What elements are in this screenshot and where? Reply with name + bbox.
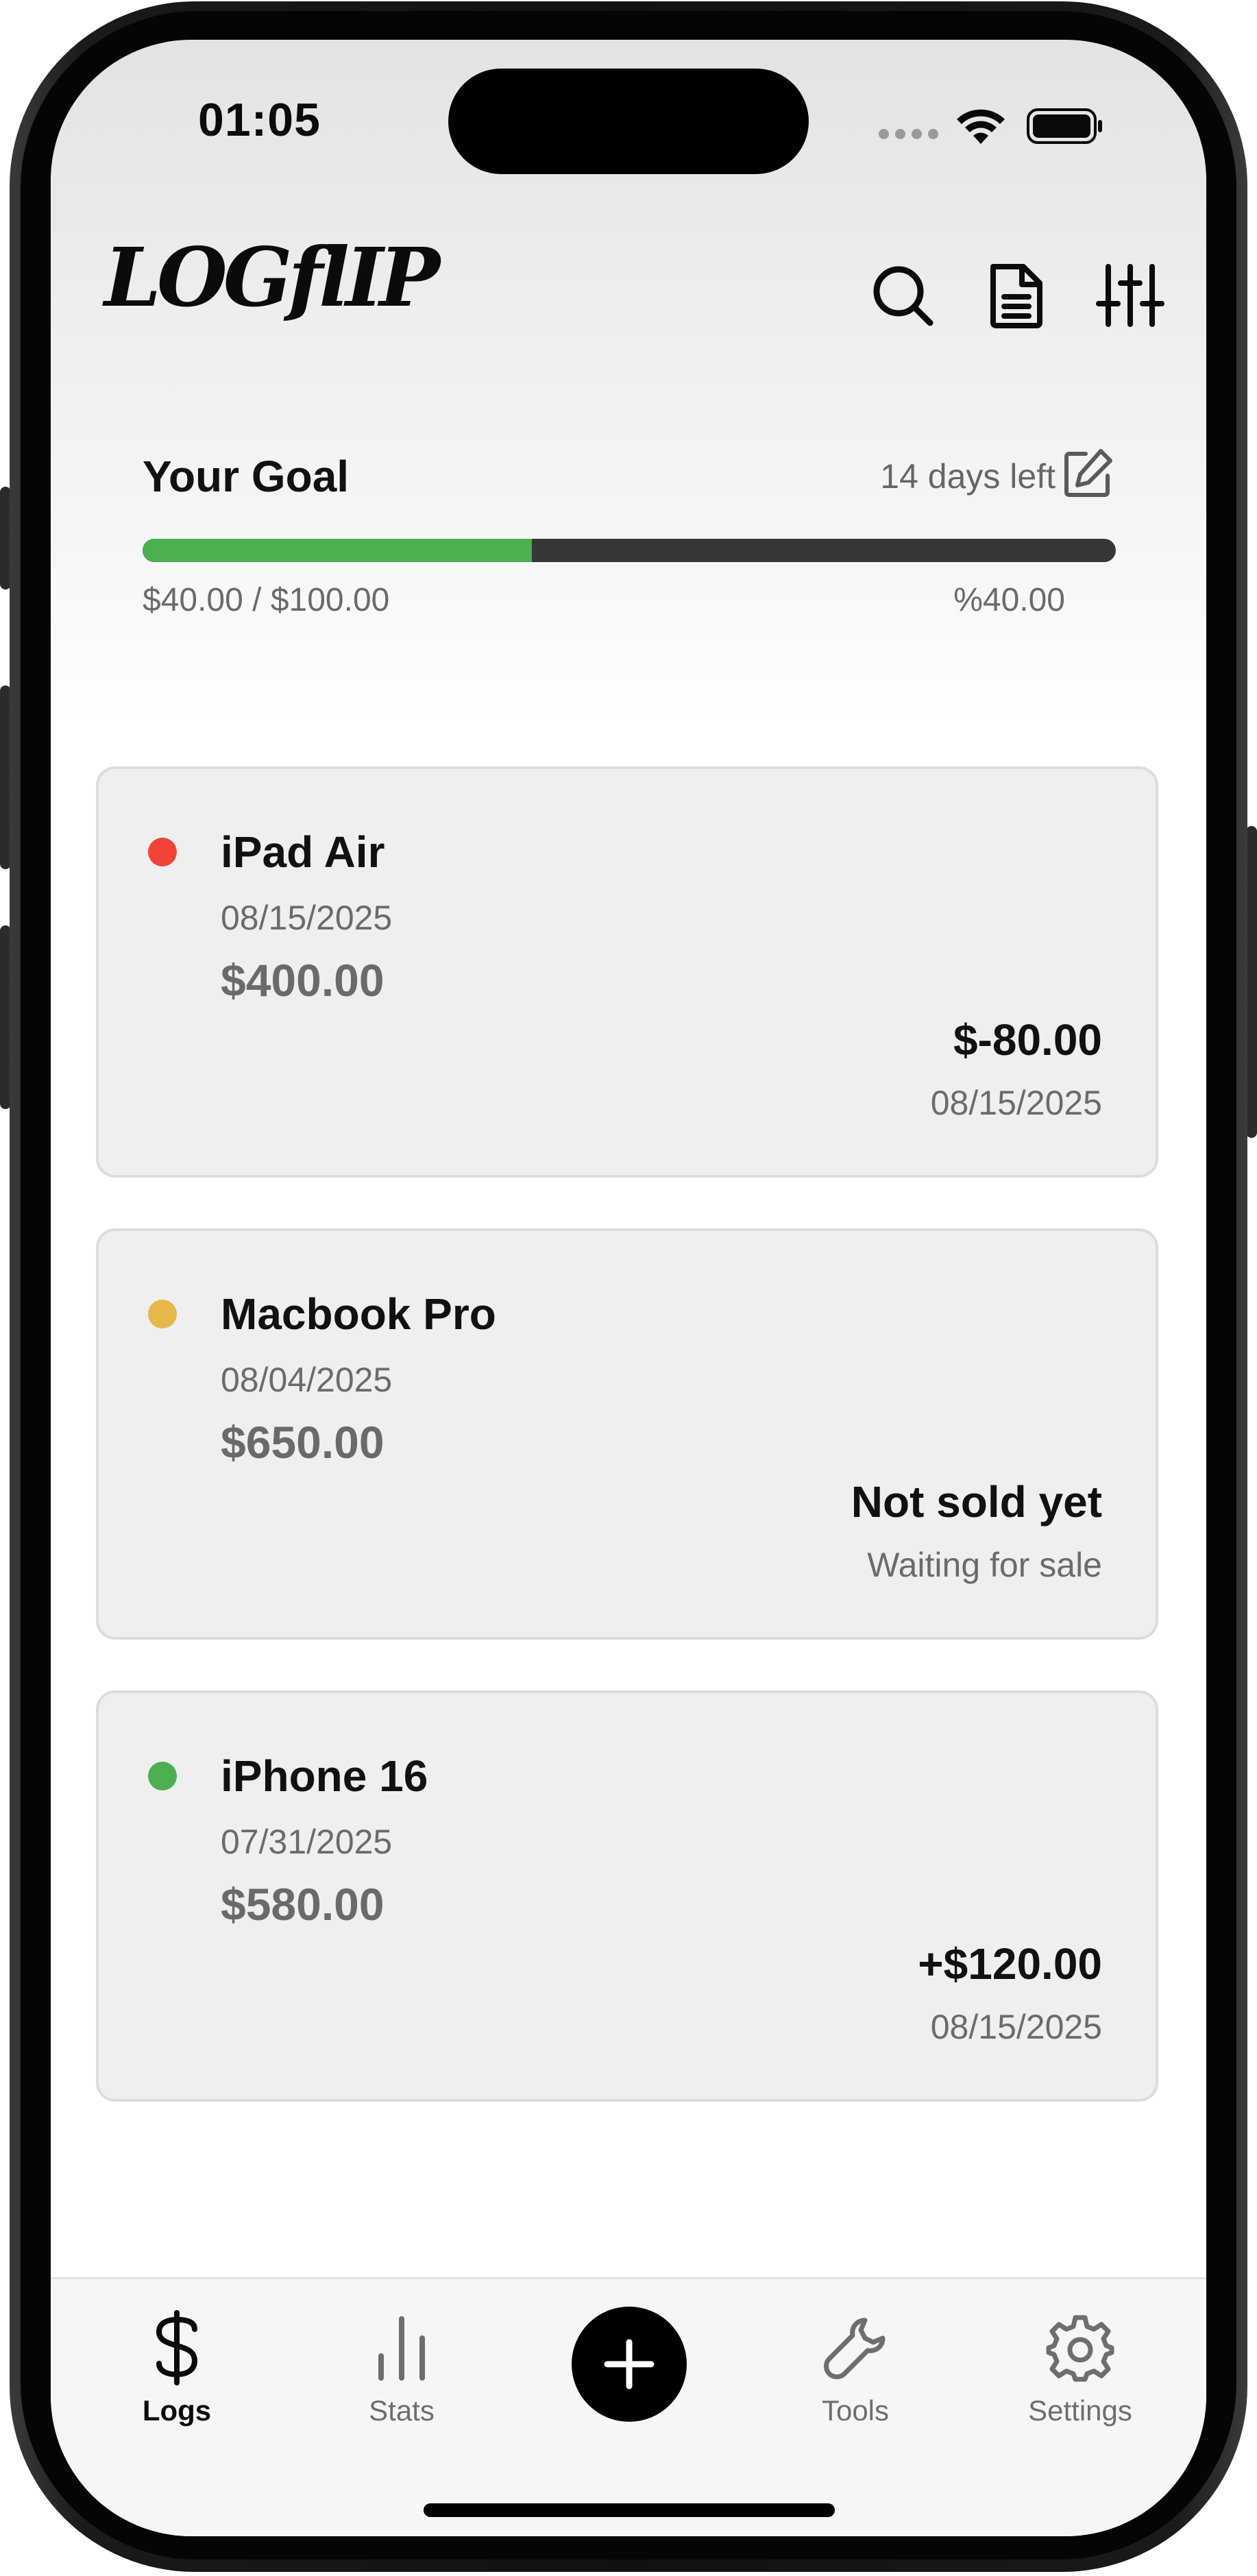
item-date: 08/04/2025 (221, 1361, 393, 1399)
home-indicator (424, 2503, 835, 2517)
goal-progress-bar (143, 539, 1116, 562)
document-icon[interactable] (979, 258, 1054, 333)
item-date: 08/15/2025 (221, 899, 393, 937)
battery-icon (1027, 107, 1103, 149)
gear-icon (1039, 2307, 1121, 2389)
item-result: Not sold yet (851, 1477, 1102, 1527)
goal-percent: %40.00 (953, 582, 1065, 618)
tab-stats[interactable]: Stats (326, 2307, 477, 2427)
status-dot (148, 838, 177, 866)
search-icon[interactable] (865, 258, 940, 333)
item-price: $650.00 (221, 1417, 385, 1468)
item-price: $580.00 (221, 1879, 385, 1930)
status-dot (148, 1762, 177, 1790)
sliders-icon[interactable] (1093, 258, 1168, 333)
item-result-subtext: 08/15/2025 (930, 2008, 1102, 2046)
item-result-subtext: 08/15/2025 (930, 1084, 1102, 1122)
item-card[interactable]: iPhone 16 07/31/2025 $580.00 +$120.00 08… (96, 1690, 1158, 2102)
tab-logs[interactable]: Logs (101, 2307, 252, 2427)
side-button-power (1246, 826, 1257, 1138)
item-result-subtext: Waiting for sale (867, 1546, 1102, 1584)
item-name: iPhone 16 (221, 1751, 428, 1801)
tab-label: Logs (142, 2394, 212, 2427)
app-logo: LOGflIP (104, 230, 440, 325)
item-price: $400.00 (221, 955, 385, 1006)
plus-icon (604, 2339, 655, 2390)
item-name: Macbook Pro (221, 1289, 496, 1339)
dollar-icon (136, 2307, 218, 2389)
status-time: 01:05 (198, 94, 321, 146)
edit-goal-icon[interactable] (1057, 443, 1119, 505)
tab-settings[interactable]: Settings (1005, 2307, 1156, 2427)
item-name: iPad Air (221, 827, 385, 877)
wifi-icon (954, 106, 1008, 150)
dynamic-island (448, 69, 809, 174)
item-result: $-80.00 (953, 1015, 1102, 1065)
item-card[interactable]: iPad Air 08/15/2025 $400.00 $-80.00 08/1… (96, 766, 1158, 1178)
item-result: +$120.00 (918, 1939, 1102, 1989)
goal-days-left: 14 days left (880, 457, 1055, 496)
goal-progress-fill (143, 539, 532, 562)
tab-label: Tools (821, 2394, 890, 2427)
add-item-button[interactable] (572, 2307, 687, 2422)
cellular-signal-icon (879, 129, 938, 139)
device-canvas: 01:05 LOGflIP Your Goal 14 days left $40… (0, 0, 1257, 2576)
tab-tools[interactable]: Tools (780, 2307, 931, 2427)
status-dot (148, 1300, 177, 1328)
tab-label: Stats (369, 2394, 435, 2427)
goal-amount: $40.00 / $100.00 (143, 582, 390, 618)
app-screen: 01:05 LOGflIP Your Goal 14 days left $40… (51, 40, 1206, 2536)
item-card[interactable]: Macbook Pro 08/04/2025 $650.00 Not sold … (96, 1228, 1158, 1640)
item-date: 07/31/2025 (221, 1823, 393, 1861)
bottom-tab-bar: Logs Stats Tools Settings (51, 2277, 1206, 2536)
tab-label: Settings (1028, 2394, 1132, 2427)
bar-chart-icon (361, 2307, 443, 2389)
goal-title: Your Goal (143, 452, 350, 501)
wrench-icon (814, 2307, 896, 2389)
